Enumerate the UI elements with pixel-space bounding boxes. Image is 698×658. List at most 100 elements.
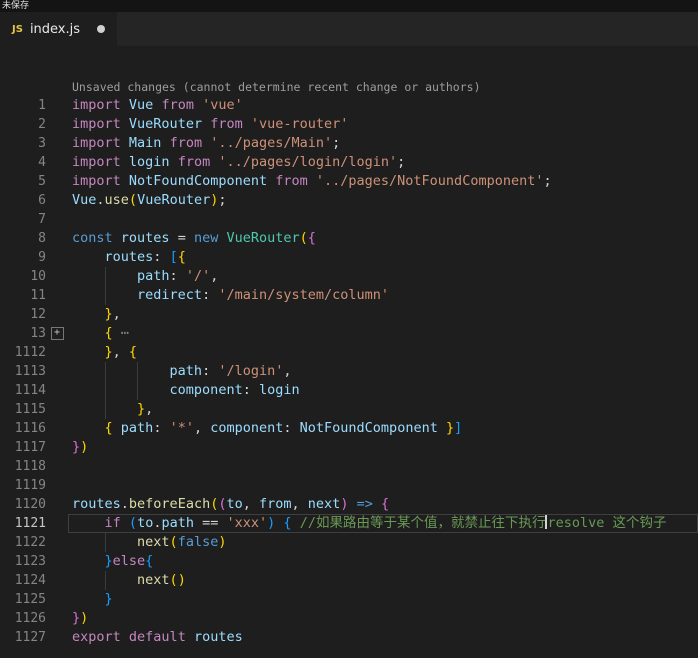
- code-text[interactable]: },: [68, 305, 698, 324]
- code-text[interactable]: component: login: [68, 381, 698, 400]
- code-text[interactable]: import VueRouter from 'vue-router': [68, 115, 698, 134]
- code-token: const: [72, 230, 113, 246]
- code-text[interactable]: import NotFoundComponent from '../pages/…: [68, 172, 698, 191]
- code-text[interactable]: path: '/login',: [68, 362, 698, 381]
- code-line[interactable]: 1125 }: [0, 590, 698, 609]
- code-token: to: [226, 496, 243, 512]
- code-text[interactable]: { path: '*', component: NotFoundComponen…: [68, 419, 698, 438]
- code-line[interactable]: 4 import login from '../pages/login/login…: [0, 153, 698, 172]
- code-token: :: [153, 249, 170, 265]
- line-gutter: 7: [0, 210, 68, 229]
- code-token: path: [169, 363, 203, 379]
- code-token: NotFoundComponent: [128, 173, 268, 189]
- code-token: ,: [145, 401, 154, 417]
- code-text[interactable]: [68, 210, 698, 229]
- code-line[interactable]: 1127 export default routes: [0, 628, 698, 647]
- code-token: }: [104, 591, 113, 607]
- code-text[interactable]: }else{: [68, 552, 698, 571]
- code-text[interactable]: routes.beforeEach((to, from, next) => {: [68, 495, 698, 514]
- code-line[interactable]: 3 import Main from '../pages/Main';: [0, 134, 698, 153]
- line-number: 8: [38, 231, 46, 246]
- code-text[interactable]: routes: [{: [68, 248, 698, 267]
- code-text[interactable]: next(): [68, 571, 698, 590]
- code-token: component: [210, 420, 284, 436]
- code-text[interactable]: [68, 457, 698, 476]
- line-number: 1113: [14, 364, 46, 379]
- code-line[interactable]: 1119: [0, 476, 698, 495]
- code-line[interactable]: 1 import Vue from 'vue': [0, 96, 698, 115]
- code-line[interactable]: 1118: [0, 457, 698, 476]
- fold-expand-icon[interactable]: +: [50, 327, 64, 340]
- code-line[interactable]: 13 + { ⋯: [0, 324, 698, 343]
- code-text[interactable]: next(false): [68, 533, 698, 552]
- code-line[interactable]: 10 path: '/',: [0, 267, 698, 286]
- line-gutter: 1120: [0, 495, 68, 514]
- code-token: .: [120, 496, 129, 512]
- code-text[interactable]: path: '/',: [68, 267, 698, 286]
- code-token: else: [112, 553, 146, 569]
- code-line[interactable]: 1123 }else{: [0, 552, 698, 571]
- code-text[interactable]: import Vue from 'vue': [68, 96, 698, 115]
- line-gutter: 1119: [0, 476, 68, 495]
- line-number: 1122: [14, 535, 46, 550]
- code-token: :: [202, 363, 219, 379]
- indent-guide: [137, 362, 139, 381]
- line-number: 1119: [14, 478, 46, 493]
- fold-column: [46, 153, 68, 172]
- code-line[interactable]: 1120 routes.beforeEach((to, from, next) =…: [0, 495, 698, 514]
- indent-guide: [137, 381, 139, 400]
- code-token: }: [72, 610, 81, 626]
- tab-indexjs[interactable]: JS index.js: [0, 12, 118, 46]
- code-text[interactable]: redirect: '/main/system/column': [68, 286, 698, 305]
- code-token: VueRouter: [128, 116, 203, 132]
- code-line[interactable]: 1114 component: login: [0, 381, 698, 400]
- code-line[interactable]: 1121 if (to.path == 'xxx') { //如果路由等于某个值…: [0, 514, 698, 533]
- code-text[interactable]: }): [68, 438, 698, 457]
- code-token: }: [104, 306, 113, 322]
- code-line[interactable]: 1117}): [0, 438, 698, 457]
- code-line[interactable]: 1113 path: '/login',: [0, 362, 698, 381]
- line-gutter: 1118: [0, 457, 68, 476]
- code-line[interactable]: 9 routes: [{: [0, 248, 698, 267]
- code-text[interactable]: [68, 476, 698, 495]
- code-text[interactable]: if (to.path == 'xxx') { //如果路由等于某个值，就禁止往…: [68, 514, 698, 533]
- code-text[interactable]: Vue.use(VueRouter);: [68, 191, 698, 210]
- code-line[interactable]: 1112 }, {: [0, 343, 698, 362]
- code-line[interactable]: 5 import NotFoundComponent from '../pages…: [0, 172, 698, 191]
- code-text[interactable]: }, {: [68, 343, 698, 362]
- code-text[interactable]: { ⋯: [68, 324, 698, 343]
- code-token: import: [72, 116, 121, 132]
- code-text[interactable]: const routes = new VueRouter({: [68, 229, 698, 248]
- code-text[interactable]: }): [68, 609, 698, 628]
- fold-column: [46, 381, 68, 400]
- code-text[interactable]: export default routes: [68, 628, 698, 647]
- code-token: path: [137, 268, 170, 284]
- line-number: 12: [30, 307, 46, 322]
- code-text[interactable]: import Main from '../pages/Main';: [68, 134, 698, 153]
- code-token: import: [72, 135, 121, 151]
- code-line[interactable]: 1115 },: [0, 400, 698, 419]
- codelens-unsaved-changes[interactable]: Unsaved changes (cannot determine recent…: [0, 78, 698, 96]
- code-line[interactable]: 8 const routes = new VueRouter({: [0, 229, 698, 248]
- code-token: ;: [332, 135, 341, 151]
- code-line[interactable]: 1126}): [0, 609, 698, 628]
- code-line[interactable]: 7: [0, 210, 698, 229]
- code-line[interactable]: 2 import VueRouter from 'vue-router': [0, 115, 698, 134]
- code-line[interactable]: 12 },: [0, 305, 698, 324]
- code-token: import: [72, 97, 121, 113]
- code-line[interactable]: 11 redirect: '/main/system/column': [0, 286, 698, 305]
- modified-indicator-icon[interactable]: [97, 25, 106, 33]
- code-line[interactable]: 1122 next(false): [0, 533, 698, 552]
- code-text[interactable]: }: [68, 590, 698, 609]
- code-line[interactable]: 1116 { path: '*', component: NotFoundCom…: [0, 419, 698, 438]
- code-line[interactable]: 1124 next(): [0, 571, 698, 590]
- code-token: :: [242, 382, 259, 398]
- code-text[interactable]: },: [68, 400, 698, 419]
- code-line[interactable]: 6 Vue.use(VueRouter);: [0, 191, 698, 210]
- code-text[interactable]: import login from '../pages/login/login'…: [68, 153, 698, 172]
